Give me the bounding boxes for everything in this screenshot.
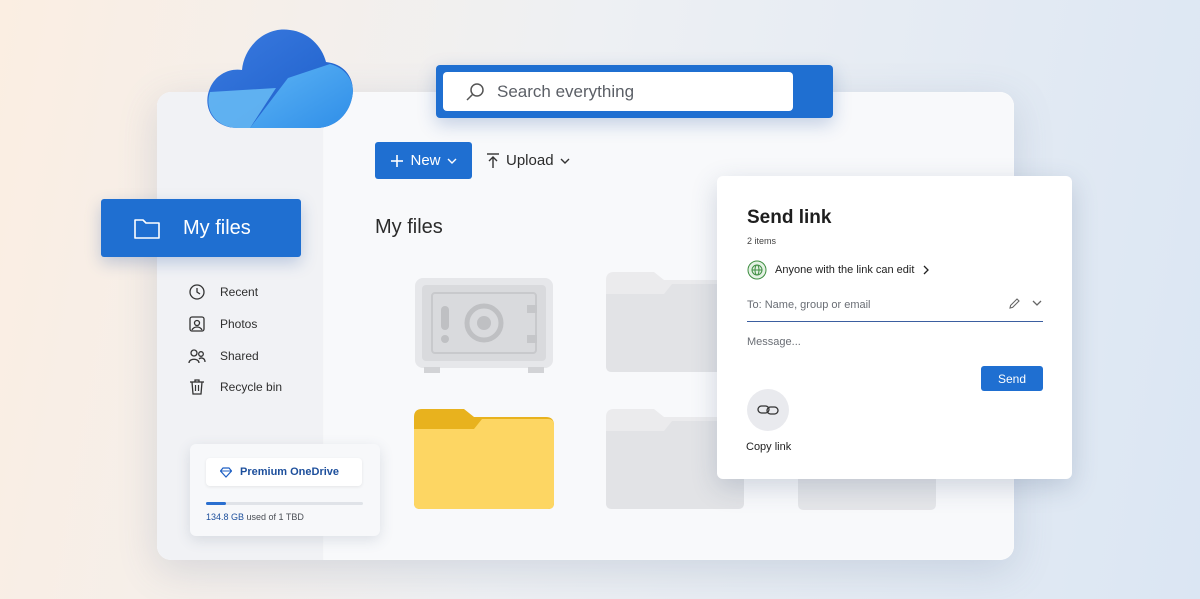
permission-label: Anyone with the link can edit: [775, 264, 915, 276]
storage-text: 134.8 GB used of 1 TBD: [206, 512, 304, 522]
dialog-title: Send link: [747, 207, 832, 228]
people-icon: [188, 349, 206, 364]
link-icon: [757, 405, 779, 415]
premium-label: Premium OneDrive: [240, 466, 340, 478]
chevron-right-icon: [923, 265, 930, 275]
sidebar-item-recycle-bin[interactable]: Recycle bin: [188, 378, 282, 396]
diamond-icon: [220, 466, 232, 478]
recipient-input[interactable]: To: Name, group or email: [747, 295, 1043, 322]
premium-onedrive-button[interactable]: Premium OneDrive: [206, 458, 362, 486]
link-permission-setting[interactable]: Anyone with the link can edit: [747, 260, 930, 280]
dialog-subtitle: 2 items: [747, 236, 777, 246]
storage-bar: [206, 502, 363, 505]
send-button[interactable]: Send: [981, 366, 1043, 391]
sidebar-item-label: Recent: [220, 285, 259, 299]
vault-tile[interactable]: [414, 277, 554, 373]
premium-card: Premium OneDrive 134.8 GB used of 1 TBD: [190, 444, 380, 536]
plus-icon: [391, 154, 404, 167]
globe-icon: [747, 260, 767, 280]
chevron-down-icon: [447, 158, 456, 164]
folder-icon: [134, 219, 160, 239]
chevron-down-icon[interactable]: [1031, 297, 1043, 309]
page-title: My files: [375, 216, 443, 238]
storage-used: 134.8 GB: [206, 512, 245, 522]
recipient-placeholder: To: Name, group or email: [747, 299, 871, 311]
search-bar: Search everything: [436, 65, 833, 118]
history-icon: [189, 284, 205, 300]
sidebar-item-label: Photos: [220, 317, 258, 331]
sidebar-item-label: My files: [183, 216, 251, 239]
new-button-label: New: [410, 152, 441, 169]
chevron-down-icon: [560, 158, 570, 164]
new-button[interactable]: New: [375, 142, 472, 179]
recipient-actions: [1008, 297, 1043, 310]
search-input[interactable]: Search everything: [443, 72, 793, 111]
trash-icon: [190, 379, 204, 395]
sidebar-item-my-files[interactable]: My files: [101, 199, 301, 257]
storage-bar-fill: [206, 502, 227, 505]
send-link-dialog: Send link 2 items Anyone with the link c…: [717, 176, 1072, 479]
search-icon: [466, 82, 484, 101]
photo-icon: [189, 316, 205, 332]
folder-tile-yellow[interactable]: [412, 407, 557, 511]
sidebar-item-label: Recycle bin: [220, 380, 283, 394]
upload-button[interactable]: Upload: [486, 142, 570, 179]
copy-link-label: Copy link: [746, 441, 792, 453]
sidebar-item-label: Shared: [220, 349, 259, 363]
search-placeholder: Search everything: [497, 81, 635, 101]
upload-button-label: Upload: [506, 152, 554, 169]
onedrive-logo: [207, 29, 353, 128]
storage-suffix: used of 1 TBD: [244, 512, 304, 522]
message-input[interactable]: Message...: [747, 336, 801, 348]
copy-link-button[interactable]: [747, 389, 789, 431]
sidebar-item-recent[interactable]: Recent: [188, 283, 258, 301]
pencil-icon[interactable]: [1008, 297, 1021, 310]
sidebar-item-photos[interactable]: Photos: [188, 315, 257, 333]
upload-icon: [487, 152, 499, 168]
sidebar-item-shared[interactable]: Shared: [188, 347, 259, 365]
